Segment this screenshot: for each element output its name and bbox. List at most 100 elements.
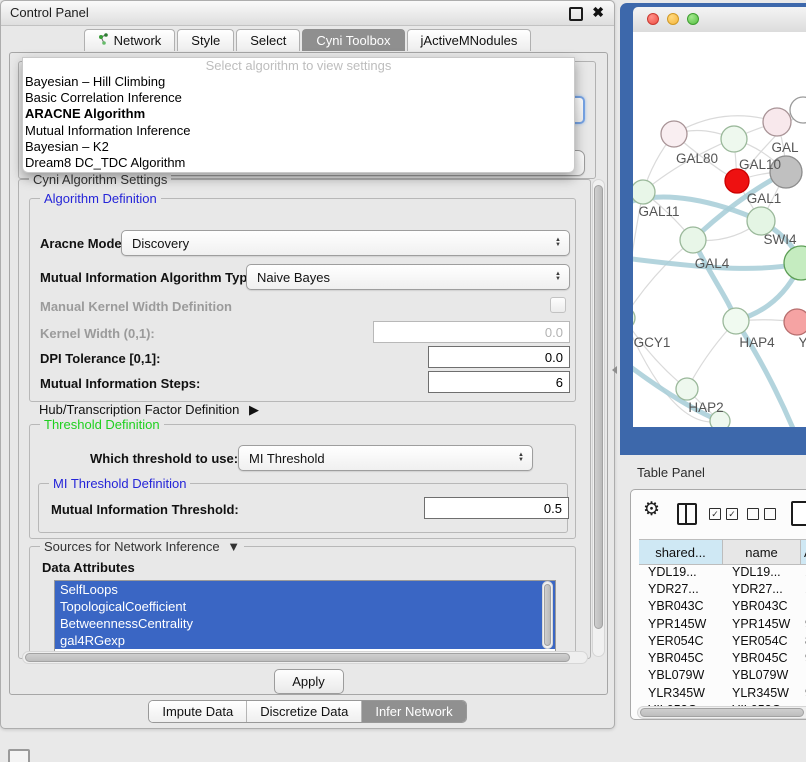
network-node-label: HAP2 xyxy=(688,400,723,415)
kernel-width-label: Kernel Width (0,1): xyxy=(40,326,155,341)
network-node-gcy1[interactable] xyxy=(633,307,635,329)
dpi-tolerance-field[interactable]: 0.0 xyxy=(428,346,570,368)
algorithm-dropdown-item[interactable]: ARACNE Algorithm xyxy=(23,106,574,122)
column-header-partial[interactable]: A xyxy=(801,540,806,564)
table-rows: YDL19...YDL19...13YDR27...YDR27...12YBR0… xyxy=(639,563,806,708)
tab-select[interactable]: Select xyxy=(236,29,300,51)
tab-impute-data[interactable]: Impute Data xyxy=(149,701,246,722)
tab-jactivemnodules[interactable]: jActiveMNodules xyxy=(407,29,532,51)
network-canvas[interactable]: GALGAL80GAL10GAL1GAL11SWI4GAL4GCY1HAP4YH… xyxy=(633,32,806,427)
sources-group-title[interactable]: Sources for Network Inference ▼ xyxy=(40,539,244,554)
table-cell: YER054C xyxy=(723,634,801,648)
algorithm-dropdown-item[interactable]: Dream8 DC_TDC Algorithm xyxy=(23,155,574,171)
cyni-algorithm-settings-group: Cyni Algorithm Settings Algorithm Defini… xyxy=(18,179,591,659)
algorithm-dropdown-item[interactable]: Basic Correlation Inference xyxy=(23,90,574,106)
network-node-hap4[interactable] xyxy=(723,308,749,334)
network-node-label: SWI4 xyxy=(763,232,796,247)
split-columns-icon[interactable] xyxy=(677,503,697,525)
tab-style[interactable]: Style xyxy=(177,29,234,51)
network-node-gal10[interactable] xyxy=(721,126,747,152)
which-threshold-combobox[interactable]: MI Threshold ▲▼ xyxy=(238,445,533,471)
network-graph: GALGAL80GAL10GAL1GAL11SWI4GAL4GCY1HAP4YH… xyxy=(633,32,806,427)
network-node[interactable] xyxy=(784,246,806,280)
float-window-icon[interactable] xyxy=(569,7,583,21)
algorithm-dropdown-items: Bayesian – Hill ClimbingBasic Correlatio… xyxy=(23,74,574,171)
kernel-width-field[interactable]: 0.0 xyxy=(373,321,570,343)
mac-minimize-button[interactable] xyxy=(667,13,679,25)
table-cell: YBL079W xyxy=(723,668,801,682)
screen: Control Panel ✖ Network Style Select Cyn… xyxy=(0,0,806,762)
data-attribute-item[interactable]: TopologicalCoefficient xyxy=(55,598,555,615)
table-cell: YDR27... xyxy=(639,582,723,596)
mi-threshold-group: MI Threshold Definition Mutual Informati… xyxy=(38,483,568,533)
settings-horizontal-scrollbar[interactable] xyxy=(22,651,588,664)
apply-button[interactable]: Apply xyxy=(274,669,344,694)
aracne-mode-combobox[interactable]: Discovery ▲▼ xyxy=(121,230,570,256)
combo-arrows-icon: ▲▼ xyxy=(518,453,524,463)
algorithm-definition-title: Algorithm Definition xyxy=(40,191,161,206)
mi-algorithm-type-combobox[interactable]: Naive Bayes ▲▼ xyxy=(246,264,570,290)
network-node-label: GAL80 xyxy=(676,151,718,166)
network-edge-thick[interactable] xyxy=(693,240,736,321)
tab-cyni-toolbox[interactable]: Cyni Toolbox xyxy=(302,29,404,51)
table-row[interactable]: YDR27...YDR27...12 xyxy=(639,580,806,597)
network-node-gal1[interactable] xyxy=(725,169,749,193)
network-node-gal80[interactable] xyxy=(661,121,687,147)
close-icon[interactable]: ✖ xyxy=(592,4,604,21)
data-attribute-item[interactable]: gal4RGexp xyxy=(55,632,555,649)
tab-network[interactable]: Network xyxy=(84,29,176,51)
attributes-list-scrollbar[interactable] xyxy=(542,581,553,649)
table-row[interactable]: YBR043CYBR043C xyxy=(639,598,806,615)
column-header-shared-name[interactable]: shared... xyxy=(639,540,723,564)
table-cell: 9. xyxy=(801,651,806,665)
deselect-all-icon[interactable] xyxy=(747,508,776,520)
table-cell: YDL19... xyxy=(723,565,801,579)
mac-close-button[interactable] xyxy=(647,13,659,25)
select-all-icon[interactable]: ✓✓ xyxy=(709,508,738,520)
algorithm-dropdown-item[interactable]: Mutual Information Inference xyxy=(23,123,574,139)
mi-steps-field[interactable]: 6 xyxy=(428,371,570,393)
table-cell: YPR145W xyxy=(723,617,801,631)
table-row[interactable]: YBL079WYBL079W xyxy=(639,667,806,684)
data-attribute-item[interactable]: SelfLoops xyxy=(55,581,555,598)
column-header-name[interactable]: name xyxy=(723,540,801,564)
table-cell: YBL079W xyxy=(639,668,723,682)
table-row[interactable]: YDL19...YDL19...13 xyxy=(639,563,806,580)
gear-icon[interactable]: ⚙ xyxy=(643,498,660,521)
table-cell: 9. xyxy=(801,686,806,700)
table-row[interactable]: YPR145WYPR145W9. xyxy=(639,615,806,632)
control-panel-tabs: Network Style Select Cyni Toolbox jActiv… xyxy=(1,29,614,52)
data-attributes-label: Data Attributes xyxy=(42,560,135,575)
tab-infer-network[interactable]: Infer Network xyxy=(361,701,465,722)
table-cell: YLR345W xyxy=(639,686,723,700)
table-row[interactable]: YBR045CYBR045C9. xyxy=(639,649,806,666)
hub-definition-toggle[interactable]: Hub/Transcription Factor Definition ▶ xyxy=(39,402,259,418)
network-node-swi4[interactable] xyxy=(747,207,775,235)
algorithm-dropdown-item[interactable]: Bayesian – K2 xyxy=(23,139,574,155)
table-row[interactable]: YER054CYER054C8. xyxy=(639,632,806,649)
data-attributes-list[interactable]: SelfLoopsTopologicalCoefficientBetweenne… xyxy=(54,580,556,652)
data-attribute-item[interactable]: BetweennessCentrality xyxy=(55,615,555,632)
table-row[interactable]: YLR345WYLR345W9. xyxy=(639,684,806,701)
network-node-hap2[interactable] xyxy=(676,378,698,400)
algorithm-dropdown-item[interactable]: Bayesian – Hill Climbing xyxy=(23,74,574,90)
table-cell: YDL19... xyxy=(639,565,723,579)
network-node-y[interactable] xyxy=(784,309,806,335)
table-horizontal-scrollbar[interactable] xyxy=(637,706,806,719)
manual-kernel-width-checkbox[interactable] xyxy=(550,297,566,313)
mi-threshold-field[interactable]: 0.5 xyxy=(424,497,569,519)
minimized-panel-icon[interactable] xyxy=(8,749,30,762)
tab-discretize-data[interactable]: Discretize Data xyxy=(246,701,361,722)
network-node-label: Y xyxy=(798,335,806,350)
threshold-definition-group: Threshold Definition Which threshold to … xyxy=(29,424,576,539)
network-edge[interactable] xyxy=(633,240,693,318)
algorithm-dropdown-placeholder: Select algorithm to view settings xyxy=(23,58,574,74)
mac-zoom-button[interactable] xyxy=(687,13,699,25)
splitter-collapse-icon[interactable] xyxy=(612,366,617,374)
table-cell: YDR27... xyxy=(723,582,801,596)
network-node-gal11[interactable] xyxy=(633,180,655,204)
settings-vertical-scrollbar[interactable] xyxy=(592,179,605,657)
network-node-gal[interactable] xyxy=(763,108,791,136)
document-icon[interactable] xyxy=(791,501,806,526)
network-node-gal4[interactable] xyxy=(680,227,706,253)
